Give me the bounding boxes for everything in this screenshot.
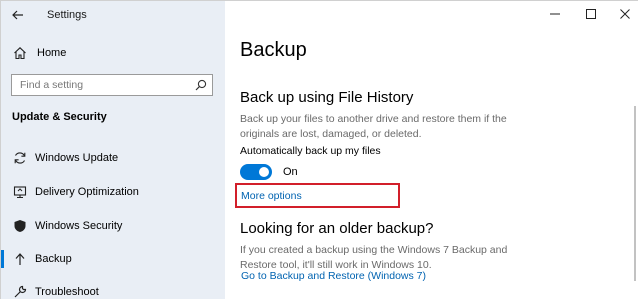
sidebar-item-label: Delivery Optimization	[35, 186, 139, 198]
back-button[interactable]	[3, 3, 33, 27]
minimize-button[interactable]	[537, 1, 573, 27]
home-nav-item[interactable]: Home	[1, 41, 225, 65]
shield-icon	[12, 218, 28, 234]
search-input[interactable]: Find a setting	[11, 74, 213, 96]
toggle-state-label: On	[283, 166, 298, 178]
backup-restore-link[interactable]: Go to Backup and Restore (Windows 7)	[241, 270, 426, 282]
sidebar-item-label: Windows Update	[35, 152, 119, 164]
minimize-icon	[550, 13, 560, 15]
sidebar: Settings Home Find a setting Update & Se…	[1, 1, 225, 299]
close-button[interactable]	[607, 1, 638, 27]
close-icon	[620, 9, 630, 19]
older-backup-description: If you created a backup using the Window…	[240, 244, 508, 271]
delivery-optimization-icon	[12, 184, 28, 200]
search-icon	[190, 75, 212, 95]
auto-backup-toggle[interactable]: On	[240, 164, 298, 180]
settings-window: Settings Home Find a setting Update & Se…	[0, 0, 638, 299]
main-content: Backup Back up using File History Back u…	[225, 1, 638, 299]
sidebar-item-delivery-optimization[interactable]: Delivery Optimization	[1, 179, 225, 205]
more-options-link[interactable]: More options	[241, 190, 302, 202]
title-bar: Settings	[1, 1, 225, 29]
sidebar-item-windows-update[interactable]: Windows Update	[1, 145, 225, 171]
sidebar-item-label: Troubleshoot	[35, 286, 99, 298]
scrollbar[interactable]	[634, 106, 636, 281]
home-icon	[12, 45, 28, 61]
maximize-button[interactable]	[573, 1, 609, 27]
home-label: Home	[37, 47, 67, 59]
wrench-icon	[12, 284, 28, 299]
app-title: Settings	[47, 9, 87, 21]
sidebar-item-backup[interactable]: Backup	[1, 246, 225, 272]
sidebar-item-troubleshoot[interactable]: Troubleshoot	[1, 279, 225, 299]
sidebar-item-label: Windows Security	[35, 220, 123, 232]
file-history-heading: Back up using File History	[240, 89, 414, 106]
maximize-icon	[586, 9, 596, 19]
toggle-knob	[259, 167, 269, 177]
toggle-switch[interactable]	[240, 164, 272, 180]
section-title: Update & Security	[12, 111, 107, 123]
page-title: Backup	[240, 39, 307, 61]
file-history-description: Back up your files to another drive and …	[240, 113, 507, 140]
refresh-icon	[12, 150, 28, 166]
back-arrow-icon	[12, 10, 23, 20]
older-backup-heading: Looking for an older backup?	[240, 220, 434, 237]
auto-backup-label: Automatically back up my files	[240, 145, 381, 157]
sidebar-item-label: Backup	[35, 253, 72, 265]
backup-arrow-icon	[12, 251, 28, 267]
sidebar-item-windows-security[interactable]: Windows Security	[1, 213, 225, 239]
search-placeholder: Find a setting	[20, 79, 84, 91]
